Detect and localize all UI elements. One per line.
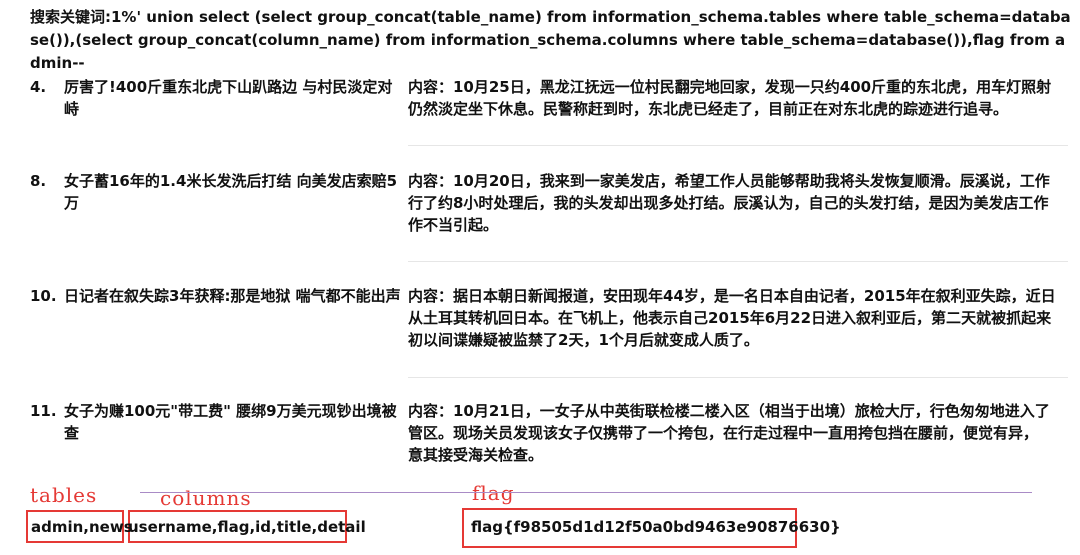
result-content: 内容：据日本朝日新闻报道，安田现年44岁，是一名日本自由记者，2015年在叙利亚… <box>408 285 1080 351</box>
flag-annotation-label: flag <box>472 481 515 505</box>
result-content-line: 内容：据日本朝日新闻报道，安田现年44岁，是一名日本自由记者，2015年在叙利亚… <box>408 287 1056 305</box>
result-content: 内容：10月20日，我来到一家美发店，希望工作人员能够帮助我将头发恢复顺滑。辰溪… <box>408 170 1080 236</box>
result-content: 内容：10月25日，黑龙江抚远一位村民翻完地回家，发现一只约400斤重的东北虎，… <box>408 76 1080 120</box>
result-title[interactable]: 女子蓄16年的1.4米长发洗后打结 向美发店索赔5万 <box>64 170 406 214</box>
flag-value: flag{f98505d1d12f50a0bd9463e90876630} <box>471 518 841 536</box>
annotation-underline <box>140 492 1032 493</box>
result-content-line: 内容：10月21日，一女子从中英街联检楼二楼入区（相当于出境）旅检大厅，行色匆匆… <box>408 402 1050 420</box>
list-item: 10. 日记者在叙失踪3年获释:那是地狱 喘气都不能出声 内容：据日本朝日新闻报… <box>30 285 1080 355</box>
result-content-line: 意其接受海关检查。 <box>408 446 544 464</box>
result-content-line: 作不当引起。 <box>408 216 499 234</box>
list-item: 8. 女子蓄16年的1.4米长发洗后打结 向美发店索赔5万 内容：10月20日，… <box>30 170 1080 240</box>
list-item: 11. 女子为赚100元"带工费" 腰绑9万美元现钞出境被查 内容：10月21日… <box>30 400 1080 470</box>
result-number: 11. <box>30 402 57 420</box>
result-content-line: 内容：10月25日，黑龙江抚远一位村民翻完地回家，发现一只约400斤重的东北虎，… <box>408 78 1052 96</box>
result-title[interactable]: 女子为赚100元"带工费" 腰绑9万美元现钞出境被查 <box>64 400 406 444</box>
result-title[interactable]: 日记者在叙失踪3年获释:那是地狱 喘气都不能出声 <box>64 285 406 307</box>
result-title[interactable]: 厉害了!400斤重东北虎下山趴路边 与村民淡定对峙 <box>64 76 406 120</box>
result-content-line: 内容：10月20日，我来到一家美发店，希望工作人员能够帮助我将头发恢复顺滑。辰溪… <box>408 172 1050 190</box>
list-item: 4. 厉害了!400斤重东北虎下山趴路边 与村民淡定对峙 内容：10月25日，黑… <box>30 76 1080 126</box>
divider <box>408 145 1068 146</box>
divider <box>408 377 1068 378</box>
divider <box>408 261 1068 262</box>
result-content-line: 初以间谍嫌疑被监禁了2天，1个月后就变成人质了。 <box>408 331 759 349</box>
columns-annotation-label: columns <box>160 486 252 510</box>
search-keyword-text: 搜索关键词:1%' union select (select group_con… <box>30 8 1071 72</box>
columns-value: username,flag,id,title,detail <box>128 518 366 536</box>
result-content-line: 行了约8小时处理后，我的头发却出现多处打结。辰溪认为，自己的头发打结，是因为美发… <box>408 194 1049 212</box>
result-content-line: 管区。现场关员发现该女子仅携带了一个挎包，在行走过程中一直用挎包挡在腰前，便觉有… <box>408 424 1039 442</box>
tables-value: admin,news <box>31 518 133 536</box>
result-number: 4. <box>30 78 47 96</box>
tables-annotation-label: tables <box>30 483 98 507</box>
result-content-line: 从土耳其转机回日本。在飞机上，他表示自己2015年6月22日进入叙利亚后，第二天… <box>408 309 1052 327</box>
result-number: 8. <box>30 172 47 190</box>
result-content-line: 仍然淡定坐下休息。民警称赶到时，东北虎已经走了，目前正在对东北虎的踪迹进行追寻。 <box>408 100 1009 118</box>
result-number: 10. <box>30 287 57 305</box>
result-content: 内容：10月21日，一女子从中英街联检楼二楼入区（相当于出境）旅检大厅，行色匆匆… <box>408 400 1080 466</box>
